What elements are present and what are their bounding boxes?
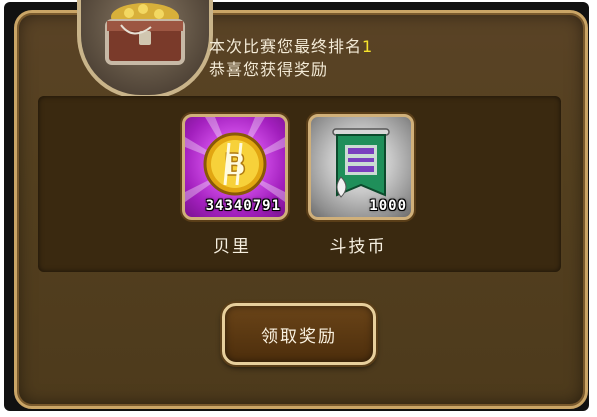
reward-item-arena-coin[interactable]: 1000 (308, 114, 414, 220)
result-message: 本次比赛您最终排名1 恭喜您获得奖励 (209, 35, 373, 81)
reward-count: 34340791 (205, 198, 281, 214)
claim-reward-button[interactable]: 领取奖励 (222, 303, 376, 365)
reward-name-arena-coin: 斗技币 (329, 237, 387, 257)
rank-text: 本次比赛您最终排名 (209, 37, 363, 56)
treasure-chest-icon (77, 0, 213, 99)
rank-value: 1 (362, 37, 374, 56)
rank-line: 本次比赛您最终排名1 (209, 35, 373, 58)
congrats-text: 恭喜您获得奖励 (209, 60, 329, 79)
reward-item-berry[interactable]: B 34340791 (182, 114, 288, 220)
reward-count: 1000 (369, 198, 407, 214)
reward-name-berry: 贝里 (213, 237, 251, 257)
